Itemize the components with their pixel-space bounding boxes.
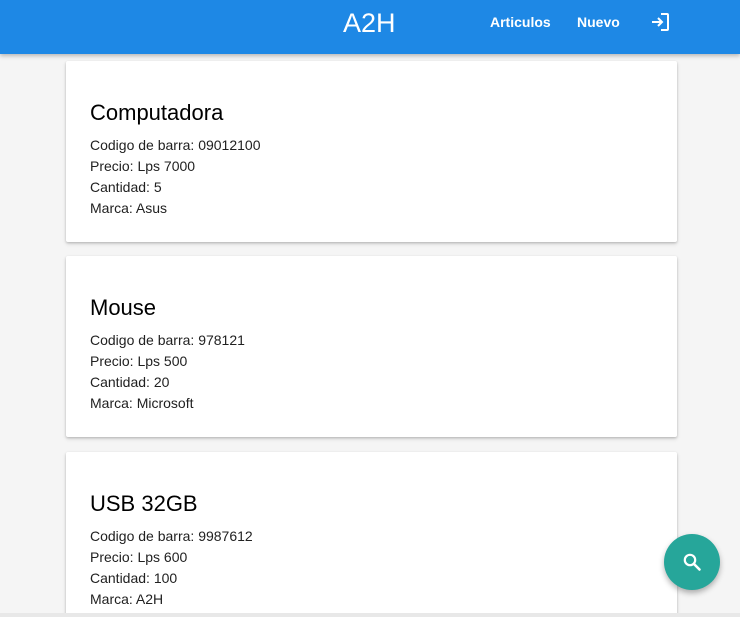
product-name: USB 32GB bbox=[90, 491, 198, 516]
product-name: Mouse bbox=[90, 295, 157, 320]
price-value: Lps 7000 bbox=[137, 158, 196, 174]
barcode-value: 09012100 bbox=[198, 137, 261, 153]
product-brand: Marca: A2H bbox=[90, 591, 163, 607]
product-brand: Marca: Microsoft bbox=[90, 395, 193, 411]
quantity-label: Cantidad: bbox=[90, 179, 150, 195]
product-price: Precio: Lps 500 bbox=[90, 353, 187, 369]
product-list: Computadora Codigo de barra: 09012100 Pr… bbox=[0, 54, 740, 617]
barcode-label: Codigo de barra: bbox=[90, 137, 195, 153]
product-quantity: Cantidad: 100 bbox=[90, 570, 177, 586]
price-label: Precio: bbox=[90, 549, 134, 565]
product-card: USB 32GB Codigo de barra: 9987612 Precio… bbox=[66, 452, 677, 617]
brand-value: Asus bbox=[135, 200, 168, 216]
top-navbar: A2H Articulos Nuevo bbox=[0, 0, 740, 54]
quantity-value: 20 bbox=[153, 374, 170, 390]
product-quantity: Cantidad: 20 bbox=[90, 374, 169, 390]
logout-icon[interactable] bbox=[650, 12, 670, 32]
brand-title[interactable]: A2H bbox=[343, 7, 396, 39]
quantity-label: Cantidad: bbox=[90, 570, 150, 586]
product-name: Computadora bbox=[90, 100, 224, 125]
product-price: Precio: Lps 7000 bbox=[90, 158, 195, 174]
search-icon bbox=[683, 553, 701, 571]
quantity-value: 100 bbox=[153, 570, 178, 586]
barcode-label: Codigo de barra: bbox=[90, 528, 195, 544]
brand-value: A2H bbox=[135, 591, 164, 607]
nav-nuevo-link[interactable]: Nuevo bbox=[577, 14, 620, 30]
quantity-value: 5 bbox=[153, 179, 162, 195]
price-label: Precio: bbox=[90, 353, 134, 369]
brand-label: Marca: bbox=[90, 591, 133, 607]
product-quantity: Cantidad: 5 bbox=[90, 179, 162, 195]
brand-label: Marca: bbox=[90, 395, 133, 411]
barcode-label: Codigo de barra: bbox=[90, 332, 195, 348]
product-barcode: Codigo de barra: 978121 bbox=[90, 332, 245, 348]
price-label: Precio: bbox=[90, 158, 134, 174]
product-price: Precio: Lps 600 bbox=[90, 549, 187, 565]
price-value: Lps 500 bbox=[137, 353, 188, 369]
search-fab-button[interactable] bbox=[664, 534, 720, 590]
product-barcode: Codigo de barra: 09012100 bbox=[90, 137, 260, 153]
barcode-value: 978121 bbox=[198, 332, 245, 348]
brand-value: Microsoft bbox=[136, 395, 194, 411]
nav-articulos-link[interactable]: Articulos bbox=[490, 14, 551, 30]
product-barcode: Codigo de barra: 9987612 bbox=[90, 528, 253, 544]
bottom-edge bbox=[0, 613, 740, 617]
barcode-value: 9987612 bbox=[198, 528, 253, 544]
price-value: Lps 600 bbox=[137, 549, 188, 565]
quantity-label: Cantidad: bbox=[90, 374, 150, 390]
product-card: Mouse Codigo de barra: 978121 Precio: Lp… bbox=[66, 256, 677, 437]
product-card: Computadora Codigo de barra: 09012100 Pr… bbox=[66, 61, 677, 242]
product-brand: Marca: Asus bbox=[90, 200, 167, 216]
brand-label: Marca: bbox=[90, 200, 133, 216]
